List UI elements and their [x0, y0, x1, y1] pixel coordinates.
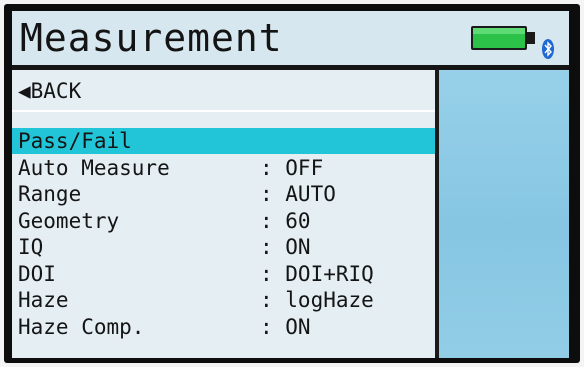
menu-item-label: DOI: [18, 262, 56, 286]
menu-item-label: Auto Measure: [18, 156, 170, 180]
menu-item-value: : ON: [260, 315, 311, 339]
menu-panel: ◀BACK Pass/Fail Auto Measure : OFF Range…: [12, 70, 435, 358]
menu-item-label: Haze Comp.: [18, 315, 145, 339]
menu-item-iq[interactable]: IQ : ON: [12, 234, 435, 260]
menu-item-auto-measure[interactable]: Auto Measure : OFF: [12, 155, 435, 181]
menu-item-label: Geometry: [18, 209, 120, 233]
divider: [12, 110, 435, 112]
menu-item-pass-fail[interactable]: Pass/Fail: [12, 128, 435, 154]
menu-item-value: : 60: [260, 209, 311, 233]
battery-full-icon: [471, 26, 535, 50]
menu-item-doi[interactable]: DOI : DOI+RIQ: [12, 261, 435, 287]
menu-item-value: : logHaze: [260, 288, 374, 312]
menu-item-value: : OFF: [260, 156, 324, 180]
menu-item-haze[interactable]: Haze : logHaze: [12, 287, 435, 313]
menu-item-label: Pass/Fail: [18, 129, 132, 153]
menu-item-geometry[interactable]: Geometry : 60: [12, 208, 435, 234]
title-bar: Measurement: [12, 11, 569, 70]
menu-item-value: : DOI+RIQ: [260, 262, 374, 286]
menu-item-value: : AUTO: [260, 182, 336, 206]
back-button[interactable]: ◀BACK: [18, 78, 81, 104]
content-area: ◀BACK Pass/Fail Auto Measure : OFF Range…: [12, 70, 569, 358]
device-screen: Measurement ◀BACK Pass/Fail Auto Measure…: [12, 11, 569, 358]
menu-item-label: Range: [18, 182, 82, 206]
menu-item-range[interactable]: Range : AUTO: [12, 181, 435, 207]
menu-item-label: IQ: [18, 235, 44, 259]
menu-item-value: : ON: [260, 235, 311, 259]
page-title: Measurement: [20, 16, 283, 60]
menu-item-label: Haze: [18, 288, 69, 312]
menu-item-haze-comp[interactable]: Haze Comp. : ON: [12, 314, 435, 340]
side-panel: [439, 70, 569, 358]
bluetooth-icon: [542, 39, 554, 59]
